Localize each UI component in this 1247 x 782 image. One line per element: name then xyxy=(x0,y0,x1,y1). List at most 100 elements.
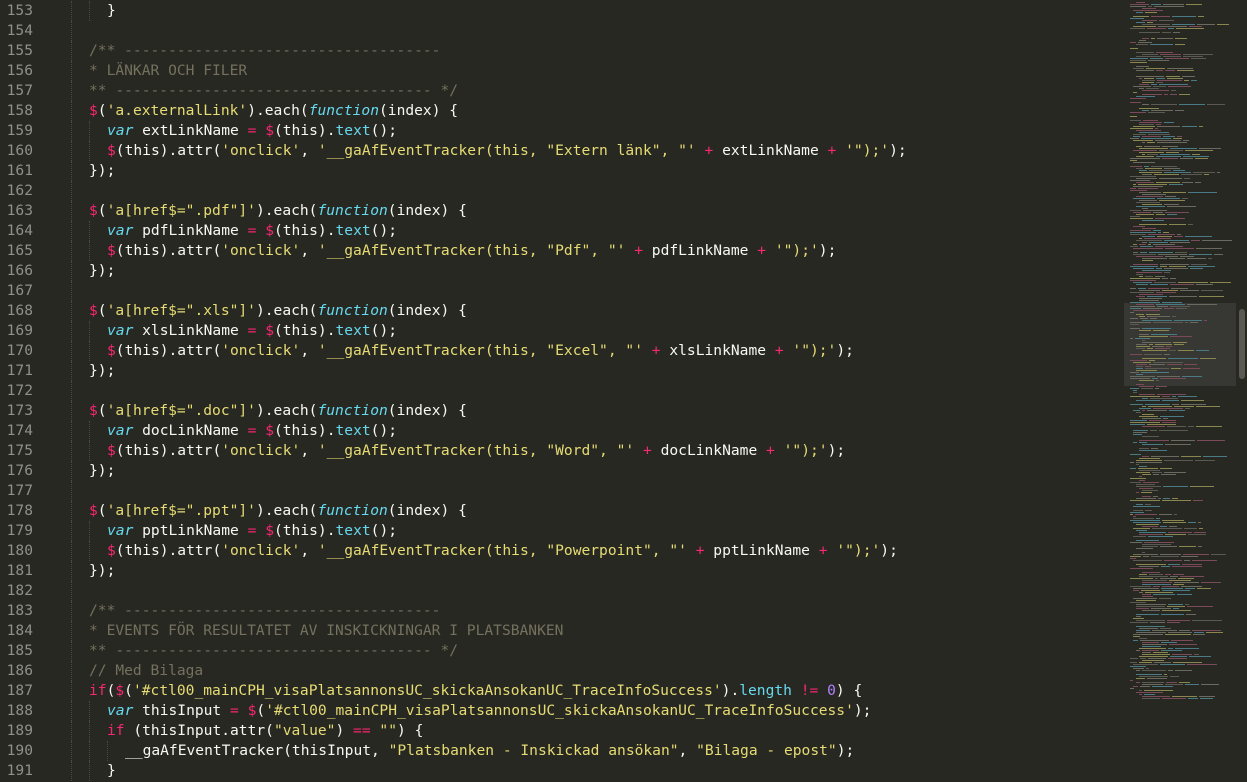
minimap-stroke xyxy=(1142,490,1158,491)
minimap-stroke xyxy=(1168,28,1174,29)
minimap-stroke xyxy=(1135,338,1150,339)
code-token: (index) { xyxy=(379,102,459,119)
minimap-stroke xyxy=(1143,482,1159,483)
code-line[interactable]: 169 var xlsLinkName = $(this).text(); xyxy=(0,321,1124,341)
code-line[interactable]: 178 $('a[href$=".ppt"]').each(function(in… xyxy=(0,501,1124,521)
minimap-stroke xyxy=(1179,630,1190,631)
minimap-stroke xyxy=(1133,244,1137,245)
code-line[interactable]: 170 $(this).attr('onclick', '__gaAfEventT… xyxy=(0,341,1124,361)
code-line[interactable]: 189 if (thisInput.attr("value") == "") { xyxy=(0,721,1124,741)
code-token: 'onclick' xyxy=(221,342,301,359)
line-number: 167 xyxy=(6,282,33,299)
code-line[interactable]: 190 __gaAfEventTracker(thisInput, "Platsb… xyxy=(0,741,1124,761)
minimap-stroke xyxy=(1130,120,1141,121)
minimap-stroke xyxy=(1145,504,1151,505)
code-line[interactable]: 191} xyxy=(0,761,1124,781)
minimap-stroke xyxy=(1142,584,1171,585)
code-line[interactable]: 156 * LÄNKAR OCH FILER xyxy=(0,61,1124,81)
code-line[interactable]: 153} xyxy=(0,1,1124,21)
code-token: $ xyxy=(89,202,98,219)
code-line[interactable]: 179 var pptLinkName = $(this).text(); xyxy=(0,521,1124,541)
minimap[interactable] xyxy=(1124,0,1236,782)
minimap-stroke xyxy=(1187,304,1217,305)
minimap-stroke xyxy=(1199,126,1203,127)
minimap-stroke xyxy=(1156,156,1181,157)
code-line[interactable]: 183 /** ---------------------------------… xyxy=(0,601,1124,621)
code-line[interactable]: 180 $(this).attr('onclick', '__gaAfEventT… xyxy=(0,541,1124,561)
code-line[interactable]: 160 $(this).attr('onclick', '__gaAfEventT… xyxy=(0,141,1124,161)
minimap-stroke xyxy=(1142,418,1161,419)
minimap-stroke xyxy=(1186,4,1202,5)
indent-guide xyxy=(71,181,72,201)
code-token: xlsLinkName xyxy=(660,342,775,359)
code-line[interactable]: 159 var extLinkName = $(this).text(); xyxy=(0,121,1124,141)
minimap-stroke xyxy=(1136,296,1145,297)
minimap-stroke xyxy=(1130,388,1139,389)
indent-guide xyxy=(89,541,90,561)
minimap-stroke xyxy=(1172,654,1192,655)
minimap-stroke xyxy=(1142,350,1167,351)
minimap-stroke xyxy=(1152,630,1177,631)
code-line[interactable]: 187 if($('#ctl00_mainCPH_visaPlatsannonsU… xyxy=(0,681,1124,701)
minimap-stroke xyxy=(1139,84,1149,85)
code-line[interactable]: 176}); xyxy=(0,461,1124,481)
minimap-stroke xyxy=(1174,344,1184,345)
minimap-stroke xyxy=(1140,318,1148,319)
code-line[interactable]: 157 ** ----------------------------------… xyxy=(0,81,1124,101)
minimap-stroke xyxy=(1136,692,1163,693)
minimap-stroke xyxy=(1171,288,1188,289)
minimap-stroke xyxy=(1141,492,1152,493)
code-line[interactable]: 172 xyxy=(0,381,1124,401)
code-token: ( xyxy=(256,702,266,719)
code-editor[interactable]: 153} 154 155/** --------------------------… xyxy=(0,0,1124,782)
code-token: $ xyxy=(115,682,125,699)
code-token: ( xyxy=(97,202,107,219)
code-line[interactable]: 171}); xyxy=(0,361,1124,381)
minimap-stroke xyxy=(1139,108,1159,109)
code-line[interactable]: 158 $('a.externalLink').each(function(ind… xyxy=(0,101,1124,121)
minimap-stroke xyxy=(1133,150,1157,151)
code-line[interactable]: 182 xyxy=(0,581,1124,601)
scrollbar-thumb[interactable] xyxy=(1239,309,1245,379)
code-line[interactable]: 184 * EVENTS FÖR RESULTATET AV INSKICKNIN… xyxy=(0,621,1124,641)
minimap-stroke xyxy=(1136,614,1159,615)
minimap-stroke xyxy=(1153,322,1183,323)
code-line[interactable]: 173 $('a[href$=".doc"]').each(function(in… xyxy=(0,401,1124,421)
code-line[interactable]: 165 $(this).attr('onclick', '__gaAfEventT… xyxy=(0,241,1124,261)
code-line[interactable]: 168 $('a[href$=".xls"]').each(function(in… xyxy=(0,301,1124,321)
minimap-stroke xyxy=(1142,142,1145,143)
code-line[interactable]: 164 var pdfLinkName = $(this).text(); xyxy=(0,221,1124,241)
code-line[interactable]: 166}); xyxy=(0,261,1124,281)
code-line[interactable]: 162 xyxy=(0,181,1124,201)
code-line[interactable]: 155 /** ---------------------------------… xyxy=(0,41,1124,61)
indent-guide xyxy=(71,1,72,21)
code-line[interactable]: 185 ** ----------------------------------… xyxy=(0,641,1124,661)
minimap-stroke xyxy=(1168,358,1198,359)
minimap-stroke xyxy=(1196,406,1220,407)
code-line[interactable]: 186 // Med Bilaga xyxy=(0,661,1124,681)
code-line[interactable]: 174 var docLinkName = $(this).text(); xyxy=(0,421,1124,441)
code-line[interactable]: 188 var thisInput = $('#ctl00_mainCPH_vis… xyxy=(0,701,1124,721)
minimap-stroke xyxy=(1136,564,1166,565)
code-line[interactable]: 163 $('a[href$=".pdf"]').each(function(in… xyxy=(0,201,1124,221)
code-line[interactable]: 175 $(this).attr('onclick', '__gaAfEventT… xyxy=(0,441,1124,461)
indent-guide xyxy=(71,221,72,241)
vertical-scrollbar[interactable] xyxy=(1236,0,1247,782)
minimap-stroke xyxy=(1130,128,1153,129)
minimap-stroke xyxy=(1165,634,1191,635)
code-line[interactable]: 177 xyxy=(0,481,1124,501)
line-number: 166 xyxy=(6,262,33,279)
code-line[interactable]: 167 xyxy=(0,281,1124,301)
code-text: var xlsLinkName = $(this).text(); xyxy=(107,321,397,341)
minimap-stroke xyxy=(1171,90,1176,91)
minimap-stroke xyxy=(1139,192,1161,193)
code-line[interactable]: 181}); xyxy=(0,561,1124,581)
minimap-stroke xyxy=(1155,348,1170,349)
code-line[interactable]: 161}); xyxy=(0,161,1124,181)
code-line[interactable]: 154 xyxy=(0,21,1124,41)
minimap-stroke xyxy=(1133,282,1152,283)
minimap-stroke xyxy=(1151,334,1177,335)
